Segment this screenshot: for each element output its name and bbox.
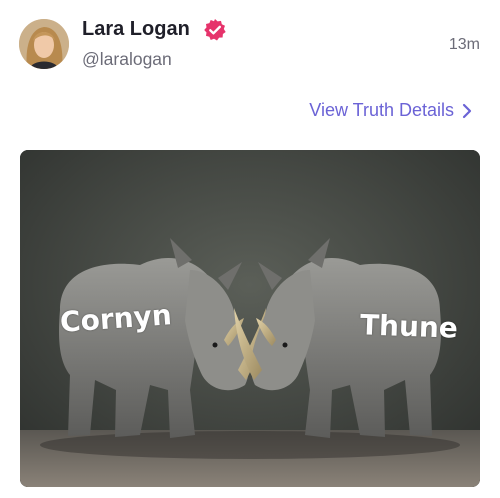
chevron-right-icon (462, 103, 472, 118)
view-truth-details-label: View Truth Details (309, 100, 454, 120)
avatar[interactable] (19, 19, 69, 69)
display-name[interactable]: Lara Logan (82, 18, 190, 41)
user-handle[interactable]: @laralogan (82, 49, 172, 70)
view-truth-details-link[interactable]: View Truth Details (309, 100, 472, 121)
avatar-image (19, 19, 69, 69)
verified-badge-icon (203, 18, 227, 42)
post-header: Lara Logan @laralogan 13m (0, 0, 500, 90)
post-image[interactable]: Cornyn Thune (20, 150, 480, 487)
rhino-label-right: Thune (359, 308, 459, 345)
post-timestamp: 13m (448, 36, 480, 53)
